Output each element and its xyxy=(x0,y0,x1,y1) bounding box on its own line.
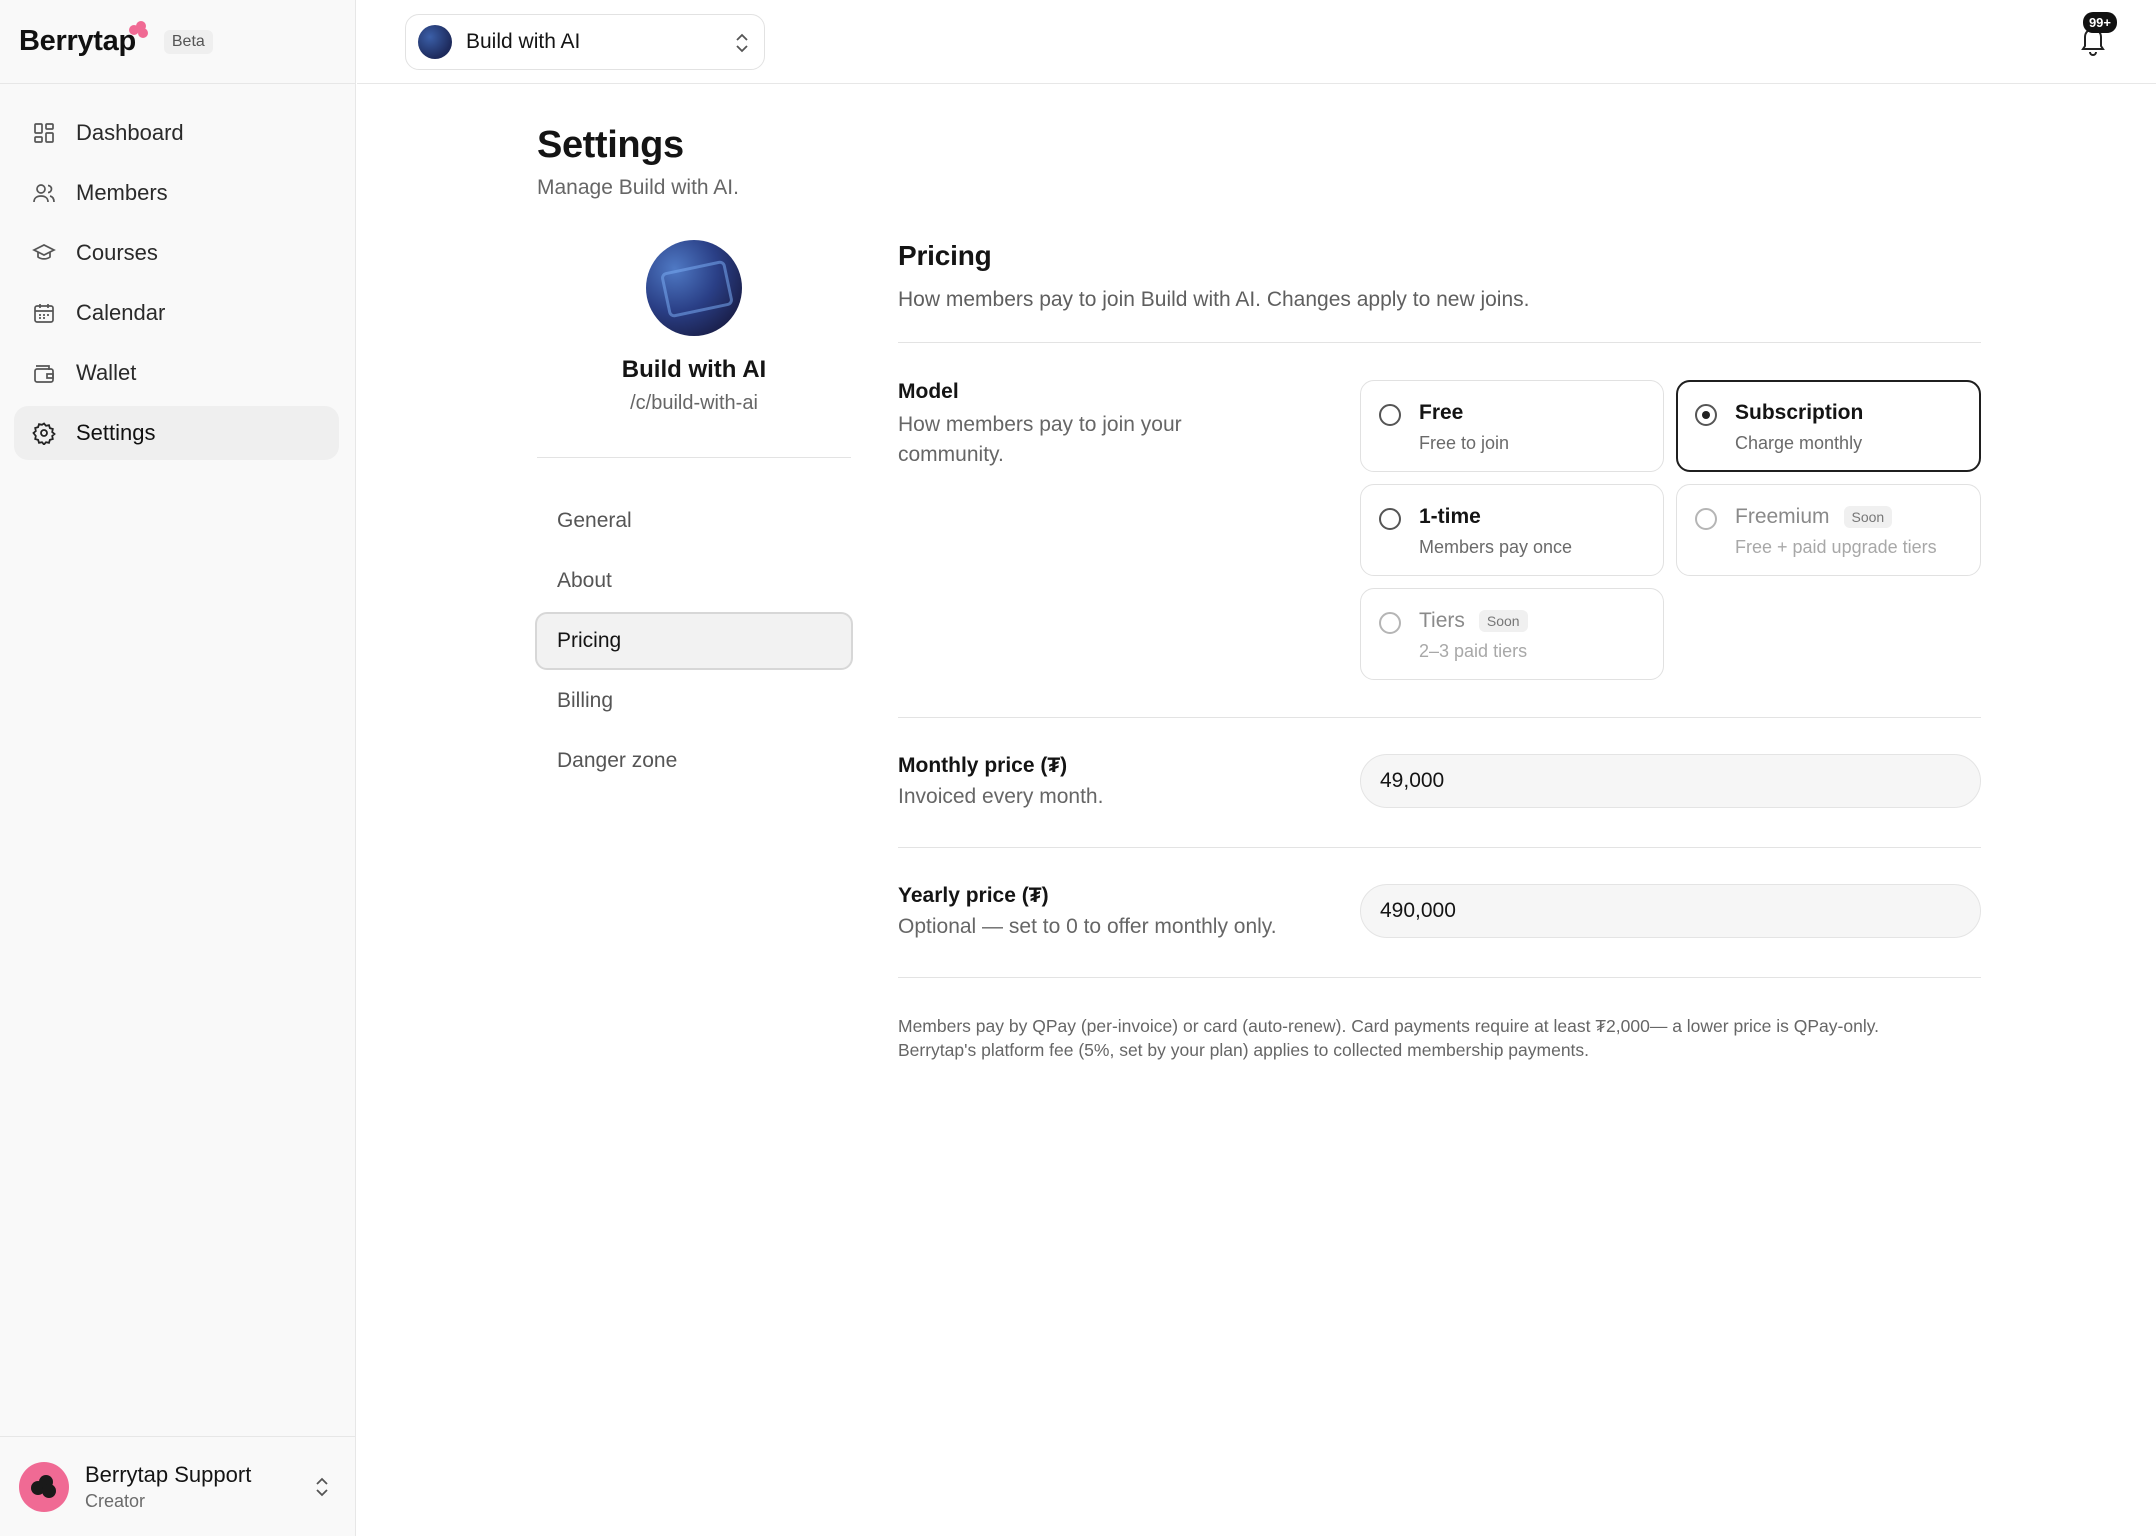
user-menu[interactable]: Berrytap Support Creator xyxy=(0,1436,356,1536)
sidebar-item-label: Members xyxy=(76,180,168,205)
chevron-up-down-icon xyxy=(736,33,748,53)
sidebar-item-label: Courses xyxy=(76,240,158,265)
radio-button[interactable] xyxy=(1379,508,1401,530)
yearly-price-help: Optional — set to 0 to offer monthly onl… xyxy=(898,915,1277,938)
sidebar-item-courses[interactable]: Courses xyxy=(14,226,339,280)
brand-logo[interactable]: Berrytap xyxy=(19,21,148,58)
brand-name: Berrytap xyxy=(19,25,136,57)
section-subtitle: How members pay to join Build with AI. C… xyxy=(898,288,1530,311)
community-image xyxy=(646,240,742,336)
option-desc: Members pay once xyxy=(1419,537,1573,557)
page-subtitle: Manage Build with AI. xyxy=(537,176,739,199)
radio-button xyxy=(1695,508,1717,530)
chevron-up-down-icon[interactable] xyxy=(314,1475,330,1499)
monthly-price-input[interactable] xyxy=(1360,754,1981,808)
subnav-pricing[interactable]: Pricing xyxy=(535,612,853,670)
option-subscription[interactable]: Subscription Charge monthly xyxy=(1676,380,1981,472)
community-name: Build with AI xyxy=(466,30,581,53)
option-free[interactable]: Free Free to join xyxy=(1360,380,1664,472)
notification-badge: 99+ xyxy=(2082,12,2117,33)
divider xyxy=(898,717,1981,718)
option-tiers: Tiers Soon 2–3 paid tiers xyxy=(1360,588,1664,680)
option-title: Freemium xyxy=(1735,505,1830,528)
page-title: Settings xyxy=(537,124,684,166)
graduation-cap-icon xyxy=(32,241,56,265)
topbar: Build with AI 99+ xyxy=(357,0,2156,84)
divider xyxy=(537,457,851,458)
soon-badge: Soon xyxy=(1478,610,1528,632)
yearly-price-label: Yearly price (₮) xyxy=(898,884,1049,907)
user-role: Creator xyxy=(85,1490,146,1511)
calendar-icon xyxy=(32,301,56,325)
option-desc: Charge monthly xyxy=(1735,433,1863,453)
community-profile: Build with AI /c/build-with-ai xyxy=(537,240,851,415)
sidebar-nav: Dashboard Members Courses Calendar Walle… xyxy=(0,84,355,460)
soon-badge: Soon xyxy=(1843,506,1893,528)
option-title: Free xyxy=(1419,401,1464,424)
sidebar-item-dashboard[interactable]: Dashboard xyxy=(14,106,339,160)
sidebar-item-wallet[interactable]: Wallet xyxy=(14,346,339,400)
option-one-time[interactable]: 1-time Members pay once xyxy=(1360,484,1664,576)
dashboard-icon xyxy=(32,121,56,145)
user-name: Berrytap Support xyxy=(85,1461,252,1487)
divider xyxy=(898,977,1981,978)
option-freemium: Freemium Soon Free + paid upgrade tiers xyxy=(1676,484,1981,576)
monthly-price-label: Monthly price (₮) xyxy=(898,754,1068,777)
members-icon xyxy=(32,181,56,205)
subnav-danger-zone[interactable]: Danger zone xyxy=(535,732,853,790)
sidebar-item-settings[interactable]: Settings xyxy=(14,406,339,460)
divider xyxy=(898,342,1981,343)
subnav-billing[interactable]: Billing xyxy=(535,672,853,730)
settings-subnav: General About Pricing Billing Danger zon… xyxy=(535,492,853,792)
community-title: Build with AI xyxy=(621,356,767,383)
sidebar-item-calendar[interactable]: Calendar xyxy=(14,286,339,340)
gear-icon xyxy=(32,421,56,445)
radio-button xyxy=(1379,612,1401,634)
sidebar: Berrytap Beta Dashboard Members Courses xyxy=(0,0,356,1536)
sidebar-item-label: Dashboard xyxy=(76,120,184,145)
community-avatar xyxy=(418,25,452,59)
option-title: Subscription xyxy=(1735,401,1864,424)
option-title: 1-time xyxy=(1419,505,1481,528)
pricing-note: Members pay by QPay (per-invoice) or car… xyxy=(898,1014,1981,1062)
beta-badge: Beta xyxy=(163,29,213,54)
monthly-price-help: Invoiced every month. xyxy=(898,785,1104,808)
radio-button[interactable] xyxy=(1379,404,1401,426)
subnav-general[interactable]: General xyxy=(535,492,853,550)
model-label: Model xyxy=(898,380,959,403)
radio-button[interactable] xyxy=(1695,404,1717,426)
note-line: Members pay by QPay (per-invoice) or car… xyxy=(898,1016,1880,1036)
community-slug: /c/build-with-ai xyxy=(630,392,758,414)
sidebar-item-label: Calendar xyxy=(76,300,166,325)
model-help: How members pay to join your community. xyxy=(898,413,1182,466)
pricing-section: Pricing How members pay to join Build wi… xyxy=(898,240,1981,1060)
wallet-icon xyxy=(32,361,56,385)
option-desc: 2–3 paid tiers xyxy=(1419,641,1528,661)
berry-logo-icon xyxy=(128,21,148,38)
brand-header: Berrytap Beta xyxy=(0,0,355,84)
note-line: Berrytap's platform fee (5%, set by your… xyxy=(898,1040,1590,1060)
berry-avatar-icon xyxy=(31,1474,56,1498)
section-title: Pricing xyxy=(898,240,992,271)
option-title: Tiers xyxy=(1419,609,1465,632)
option-desc: Free + paid upgrade tiers xyxy=(1735,537,1937,557)
avatar xyxy=(19,1461,69,1512)
subnav-about[interactable]: About xyxy=(535,552,853,610)
sidebar-item-label: Wallet xyxy=(76,360,137,385)
sidebar-item-members[interactable]: Members xyxy=(14,166,339,220)
community-switcher[interactable]: Build with AI xyxy=(405,14,765,70)
sidebar-item-label: Settings xyxy=(76,420,156,445)
option-desc: Free to join xyxy=(1419,433,1510,453)
divider xyxy=(898,847,1981,848)
yearly-price-input[interactable] xyxy=(1360,884,1981,938)
